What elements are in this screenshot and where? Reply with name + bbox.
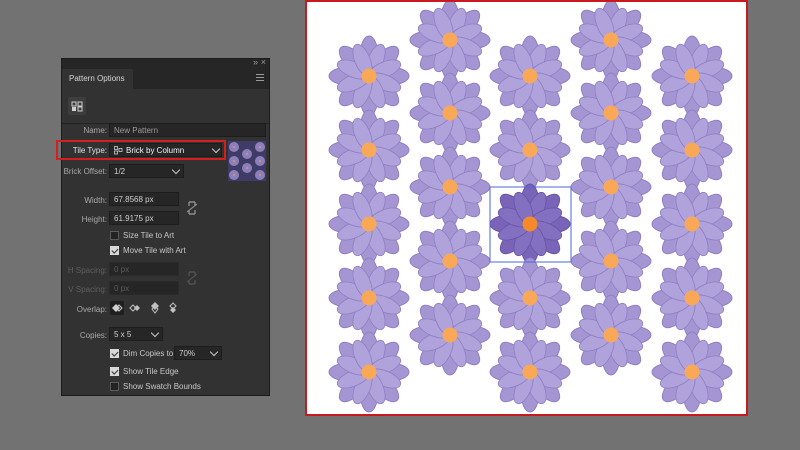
- pattern-artwork: [0, 0, 800, 450]
- pattern-tile-edge[interactable]: [490, 187, 571, 262]
